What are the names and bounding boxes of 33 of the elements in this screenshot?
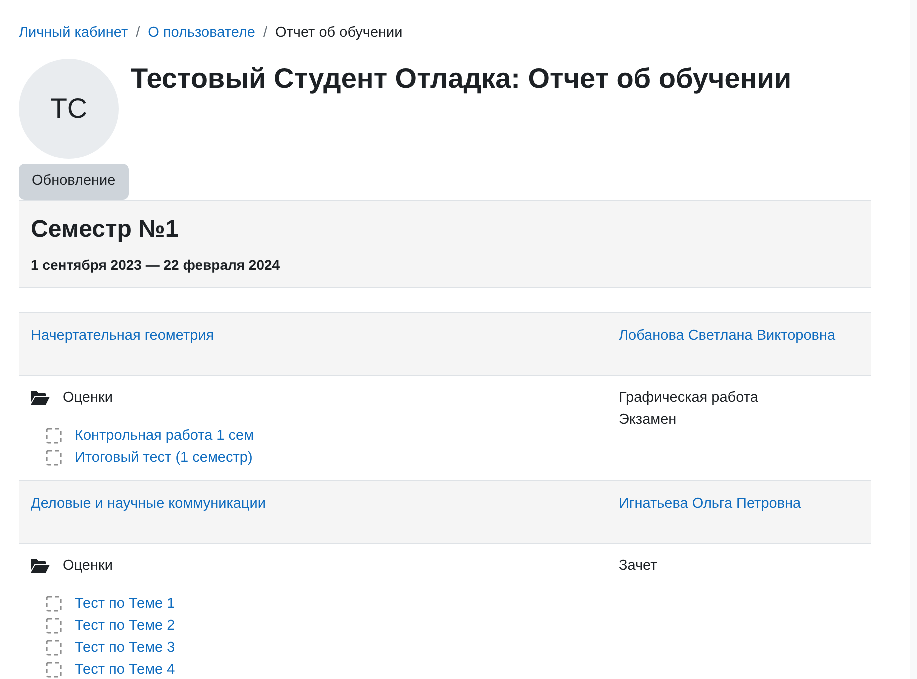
activity-icon — [46, 662, 62, 678]
grades-label: Оценки — [63, 556, 113, 576]
activity-icon — [46, 640, 62, 656]
breadcrumb-separator: / — [263, 24, 268, 43]
grade-item-link[interactable]: Тест по Теме 2 — [75, 614, 176, 637]
teacher-link[interactable]: Лобанова Светлана Викторовна — [619, 326, 836, 348]
update-button[interactable]: Обновление — [19, 164, 129, 200]
grade-item-link[interactable]: Тест по Теме 4 — [75, 658, 176, 679]
assessment-type: Экзамен — [619, 410, 678, 430]
grade-item-link[interactable]: Контрольная работа 1 сем — [75, 424, 254, 447]
breadcrumb-current: Отчет об обучении — [276, 24, 403, 43]
assessment-type: Зачет — [619, 556, 658, 576]
activity-icon — [46, 596, 62, 612]
grades-label: Оценки — [63, 388, 113, 408]
activity-icon — [46, 428, 62, 444]
grade-item-link[interactable]: Тест по Теме 1 — [75, 592, 176, 615]
grade-item-link[interactable]: Итоговый тест (1 семестр) — [75, 446, 253, 469]
course-link[interactable]: Начертательная геометрия — [31, 326, 619, 348]
breadcrumb-link[interactable]: О пользователе — [148, 23, 256, 45]
grade-item-link[interactable]: Тест по Теме 3 — [75, 636, 176, 659]
folder-icon — [31, 558, 50, 573]
course-link[interactable]: Деловые и научные коммуникации — [31, 494, 619, 516]
semester-dates: 1 сентября 2023 — 22 февраля 2024 — [31, 256, 282, 275]
activity-icon — [46, 450, 62, 466]
teacher-link[interactable]: Игнатьева Ольга Петровна — [619, 494, 802, 516]
breadcrumb-link[interactable]: Личный кабинет — [19, 23, 128, 45]
folder-icon — [31, 390, 50, 405]
semester-title: Семестр №1 — [31, 214, 180, 245]
assessment-type: Графическая работа — [619, 388, 758, 408]
breadcrumb-separator: / — [136, 24, 140, 43]
avatar: ТС — [19, 58, 119, 159]
activity-icon — [46, 618, 62, 634]
page-title: Тестовый Студент Отладка: Отчет об обучении — [131, 62, 792, 96]
